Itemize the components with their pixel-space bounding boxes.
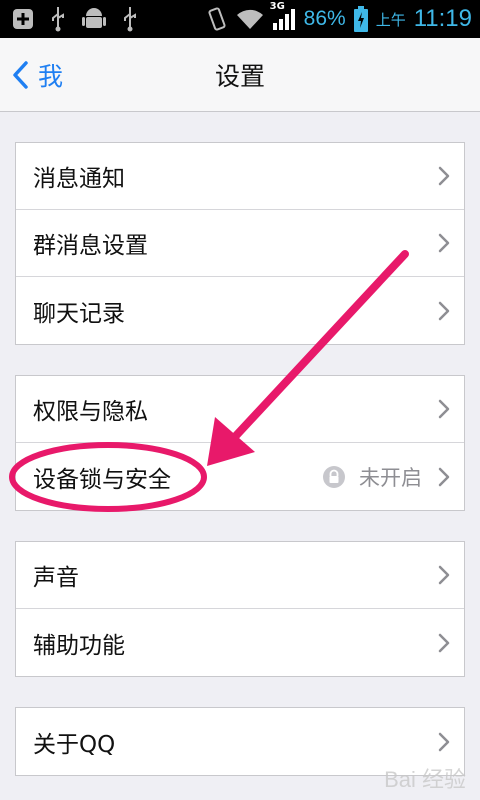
chevron-right-icon [438,565,450,585]
settings-item-label: 消息通知 [33,166,125,192]
battery-charging-icon [353,6,368,32]
settings-group-sound-accessibility: 声音 辅助功能 [15,541,465,677]
settings-item-device-lock-security[interactable]: 设备锁与安全 未开启 [16,443,464,510]
settings-item-label: 声音 [33,565,79,591]
clock-time: 11:19 [413,5,472,32]
settings-item-label: 权限与隐私 [33,399,148,425]
settings-group-notifications: 消息通知 群消息设置 聊天记录 [15,142,465,345]
settings-group-privacy-security: 权限与隐私 设备锁与安全 未开启 [15,375,465,511]
usb-icon [122,6,138,32]
settings-item-accessibility[interactable]: 辅助功能 [16,609,464,676]
back-button[interactable]: 我 [12,38,63,112]
settings-item-label: 关于QQ [33,731,116,758]
battery-percent: 86% [303,7,346,30]
usb-icon [50,6,66,32]
chevron-right-icon [438,233,450,253]
nav-bar: 我 设置 [0,38,480,112]
android-debug-icon [82,6,106,32]
chevron-left-icon [12,61,28,89]
status-right-icons: 3G 86% 上午 11:19 [206,1,472,33]
wifi-icon [236,8,264,30]
vibrate-icon [206,6,228,32]
status-left-icons [12,6,138,32]
settings-item-permissions-privacy[interactable]: 权限与隐私 [16,376,464,443]
settings-item-group-message-settings[interactable]: 群消息设置 [16,210,464,277]
chevron-right-icon [438,467,450,487]
lock-icon [323,465,345,488]
network-type: 3G [269,1,285,12]
page-title: 设置 [214,61,265,91]
device-lock-status: 未开启 [359,465,422,490]
settings-item-label: 辅助功能 [33,632,125,659]
settings-item-chat-history[interactable]: 聊天记录 [16,277,464,344]
chevron-right-icon [438,633,450,653]
settings-item-sound[interactable]: 声音 [16,542,464,609]
status-bar: 3G 86% 上午 11:19 [0,0,480,38]
chevron-right-icon [438,166,450,186]
signal-icon: 3G [270,1,296,31]
settings-item-label: 聊天记录 [33,300,125,327]
add-notification-icon [12,8,34,30]
settings-item-label: 设备锁与安全 [33,466,171,493]
settings-item-message-notifications[interactable]: 消息通知 [16,143,464,210]
am-pm: 上午 [375,10,406,29]
back-label: 我 [38,62,64,91]
watermark: Bai 经验 [384,767,466,792]
settings-item-label: 群消息设置 [33,233,148,259]
chevron-right-icon [438,301,450,321]
chevron-right-icon [438,399,450,419]
chevron-right-icon [438,732,450,752]
